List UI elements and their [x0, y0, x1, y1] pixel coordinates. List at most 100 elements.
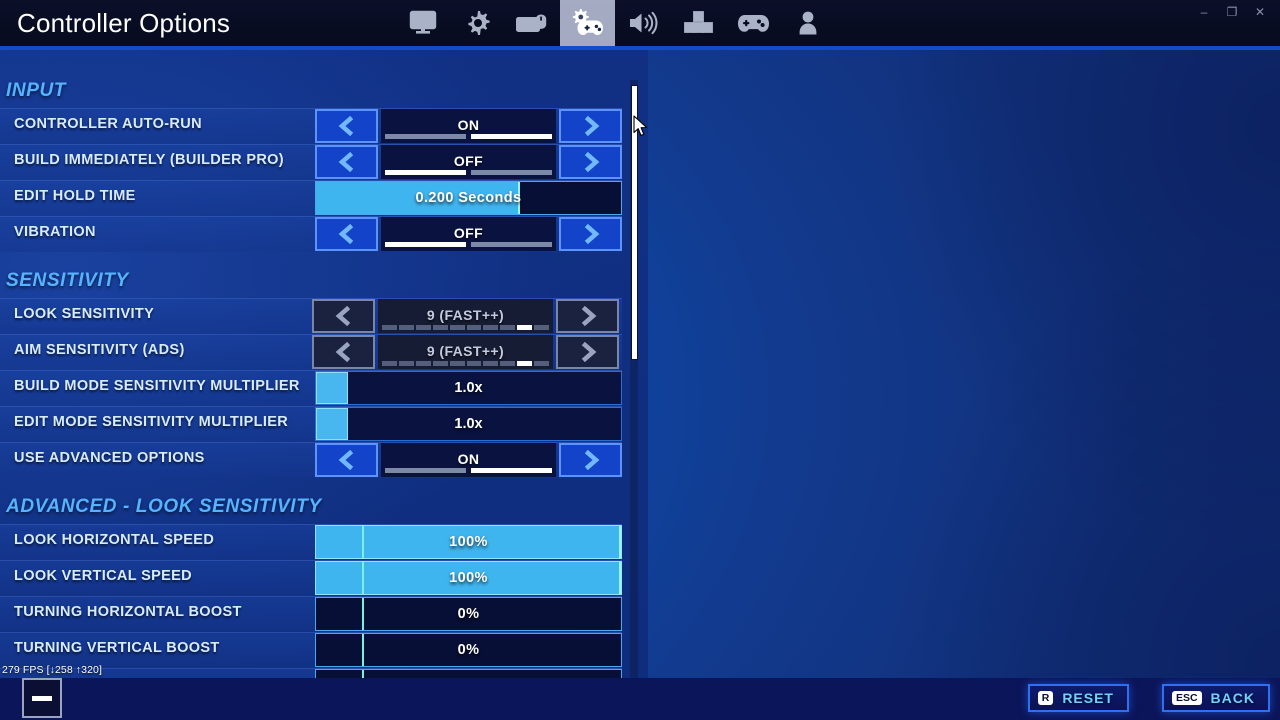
toggle-indicator [385, 242, 552, 247]
decrement-arrow-button[interactable] [315, 109, 378, 143]
mouse-cursor [633, 115, 649, 144]
increment-arrow-button[interactable] [559, 109, 622, 143]
setting-value: OFF [453, 224, 484, 241]
page-title: Controller Options [17, 8, 231, 38]
setting-label: LOOK VERTICAL SPEED [14, 568, 192, 584]
window-controls: – ❐ ✕ [1190, 2, 1274, 22]
section-title-advanced-look-sensitivity: ADVANCED - LOOK SENSITIVITY [6, 496, 322, 517]
slider-control-edit-hold-time[interactable]: 0.200 Seconds [315, 181, 622, 215]
chevron-right-icon [581, 342, 596, 362]
decrement-arrow-button[interactable] [315, 217, 378, 251]
value-box: 9 (FAST++) [378, 299, 553, 333]
slider-control-look-vertical-speed[interactable]: 100% [315, 561, 622, 595]
fps-counter: 279 FPS [↓258 ↑320] [2, 664, 102, 676]
window-close-button[interactable]: ✕ [1246, 2, 1274, 22]
slider-control-build-multiplier[interactable]: 1.0x [315, 371, 622, 405]
setting-label: CONTROLLER AUTO-RUN [14, 116, 202, 132]
tab-game-settings[interactable] [450, 0, 505, 46]
setting-row-look-horizontal-speed[interactable]: LOOK HORIZONTAL SPEED 100% [0, 524, 648, 560]
gamepad-icon [737, 15, 769, 32]
setting-row-look-vertical-speed[interactable]: LOOK VERTICAL SPEED 100% [0, 560, 648, 596]
stepper-control: ON [315, 109, 622, 143]
setting-row-vibration[interactable]: VIBRATION OFF [0, 216, 648, 252]
setting-label: EDIT MODE SENSITIVITY MULTIPLIER [14, 414, 289, 430]
back-button[interactable]: ESC BACK [1161, 684, 1270, 712]
setting-value: 1.0x [454, 380, 483, 396]
window-maximize-button[interactable]: ❐ [1218, 2, 1246, 22]
reset-keycap: R [1037, 691, 1054, 705]
minimize-overlay-button[interactable] [22, 678, 62, 718]
increment-arrow-button[interactable] [556, 335, 619, 369]
keyboard-mouse-icon [515, 14, 546, 32]
value-box: ON [381, 109, 556, 143]
setting-row-edit-mode-sensitivity-multiplier[interactable]: EDIT MODE SENSITIVITY MULTIPLIER 1.0x [0, 406, 648, 442]
chevron-right-icon [584, 450, 599, 470]
chevron-left-icon [335, 306, 350, 326]
chevron-left-icon [338, 116, 353, 136]
setting-row-controller-auto-run[interactable]: CONTROLLER AUTO-RUN ON [0, 108, 648, 144]
setting-label: AIM SENSITIVITY (ADS) [14, 342, 185, 358]
chevron-left-icon [338, 450, 353, 470]
setting-value: 0% [457, 606, 480, 622]
toggle-indicator [385, 468, 552, 473]
value-box: OFF [381, 145, 556, 179]
tab-account[interactable] [780, 0, 835, 46]
title-bar: Controller Options – ❐ ✕ [0, 0, 1280, 50]
back-keycap: ESC [1171, 691, 1202, 705]
decrement-arrow-button[interactable] [312, 335, 375, 369]
setting-value: 1.0x [454, 416, 483, 432]
setting-value: 100% [449, 570, 488, 586]
monitor-icon [409, 10, 436, 34]
window-minimize-button[interactable]: – [1190, 2, 1218, 22]
decrement-arrow-button[interactable] [312, 299, 375, 333]
tab-controller-options[interactable] [560, 0, 615, 46]
slider-control-edit-multiplier[interactable]: 1.0x [315, 407, 622, 441]
settings-panel: INPUT CONTROLLER AUTO-RUN ON BUILD IMMED… [0, 46, 648, 678]
slider-control-look-horizontal-speed[interactable]: 100% [315, 525, 622, 559]
setting-row-turning-horizontal-boost[interactable]: TURNING HORIZONTAL BOOST 0% [0, 596, 648, 632]
section-title-sensitivity: SENSITIVITY [6, 270, 129, 291]
decrement-arrow-button[interactable] [315, 145, 378, 179]
dpad-keys-icon [683, 11, 713, 33]
increment-arrow-button[interactable] [559, 443, 622, 477]
tab-video[interactable] [395, 0, 450, 46]
tab-keyboard-mouse[interactable] [505, 0, 560, 46]
setting-row-build-immediately[interactable]: BUILD IMMEDIATELY (BUILDER PRO) OFF [0, 144, 648, 180]
setting-value: OFF [453, 152, 484, 169]
gear-icon [467, 11, 490, 35]
setting-row-build-mode-sensitivity-multiplier[interactable]: BUILD MODE SENSITIVITY MULTIPLIER 1.0x [0, 370, 648, 406]
tick-indicator [382, 325, 550, 330]
increment-arrow-button[interactable] [559, 217, 622, 251]
slider-control-turning-vertical-boost[interactable]: 0% [315, 633, 622, 667]
stepper-control: 9 (FAST++) [312, 335, 619, 369]
setting-value: ON [457, 116, 480, 133]
chevron-right-icon [584, 116, 599, 136]
chevron-right-icon [581, 306, 596, 326]
slider-default-marker [361, 670, 364, 678]
tab-gamepad[interactable] [725, 0, 780, 46]
value-box: 9 (FAST++) [378, 335, 553, 369]
decrement-arrow-button[interactable] [315, 443, 378, 477]
slider-control-partial[interactable] [315, 669, 622, 678]
section-title-input: INPUT [6, 80, 66, 101]
toggle-indicator [385, 170, 552, 175]
dash-icon [32, 695, 52, 701]
setting-row-turning-vertical-boost[interactable]: TURNING VERTICAL BOOST 0% [0, 632, 648, 668]
setting-value: 9 (FAST++) [426, 306, 505, 323]
setting-value: 9 (FAST++) [426, 342, 505, 359]
setting-row-aim-sensitivity-ads[interactable]: AIM SENSITIVITY (ADS) 9 (FAST++) [0, 334, 648, 370]
setting-row-use-advanced-options[interactable]: USE ADVANCED OPTIONS ON [0, 442, 648, 478]
increment-arrow-button[interactable] [556, 299, 619, 333]
chevron-left-icon [338, 224, 353, 244]
increment-arrow-button[interactable] [559, 145, 622, 179]
setting-label: LOOK SENSITIVITY [14, 306, 155, 322]
reset-button[interactable]: R RESET [1027, 684, 1129, 712]
value-box: OFF [381, 217, 556, 251]
setting-row-edit-hold-time[interactable]: EDIT HOLD TIME 0.200 Seconds [0, 180, 648, 216]
slider-control-turning-horizontal-boost[interactable]: 0% [315, 597, 622, 631]
stepper-control: OFF [315, 145, 622, 179]
tab-keybinds[interactable] [670, 0, 725, 46]
back-label: BACK [1210, 690, 1255, 706]
setting-row-look-sensitivity[interactable]: LOOK SENSITIVITY 9 (FAST++) [0, 298, 648, 334]
tab-audio[interactable] [615, 0, 670, 46]
